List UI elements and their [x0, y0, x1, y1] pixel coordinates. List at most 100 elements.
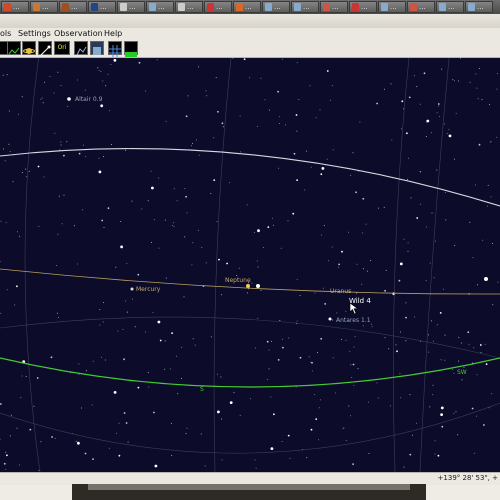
star — [255, 467, 257, 469]
taskbar-item-label: ... — [390, 3, 397, 11]
orion-toolbar-icon[interactable]: Ori — [54, 41, 70, 55]
star — [103, 302, 105, 304]
taskbar-item[interactable]: ... — [378, 1, 406, 13]
star — [25, 168, 27, 170]
altair-star — [67, 97, 71, 101]
star — [16, 427, 18, 429]
star — [281, 58, 283, 60]
wild4-label: Wild 4 — [349, 297, 371, 305]
star — [357, 368, 359, 370]
star — [197, 229, 199, 231]
taskbar-item[interactable]: ... — [30, 1, 58, 13]
star — [260, 290, 262, 291]
star — [282, 346, 284, 349]
taskbar-item[interactable]: ... — [407, 1, 435, 13]
star — [164, 368, 166, 370]
altair-label: Altair 0.9 — [75, 96, 103, 103]
taskbar-item[interactable]: ... — [117, 1, 145, 13]
star — [98, 69, 100, 71]
star — [433, 340, 434, 342]
star — [58, 195, 60, 197]
star — [0, 312, 2, 314]
star — [92, 360, 94, 362]
star — [270, 340, 272, 342]
star — [390, 83, 392, 85]
comet-toolbar-icon[interactable] — [38, 41, 52, 56]
star — [181, 346, 183, 348]
star — [268, 109, 270, 111]
star — [473, 452, 475, 454]
star — [425, 226, 427, 228]
star — [165, 120, 167, 122]
taskbar-item[interactable]: ... — [146, 1, 174, 13]
taskbar-item[interactable]: ... — [262, 1, 290, 13]
star — [38, 469, 40, 471]
star — [434, 240, 436, 242]
star — [198, 66, 200, 68]
star — [314, 394, 316, 395]
taskbar-item[interactable]: ... — [233, 1, 261, 13]
taskbar-item[interactable]: ... — [291, 1, 319, 13]
star — [59, 149, 61, 151]
star — [444, 123, 446, 125]
grid-toolbar-icon[interactable] — [108, 41, 122, 57]
star — [213, 179, 216, 181]
ground-toolbar-icon[interactable] — [124, 41, 138, 57]
star — [352, 463, 354, 465]
star — [416, 422, 417, 424]
menu-tools[interactable]: ols — [0, 29, 11, 38]
star — [254, 459, 256, 461]
star — [0, 438, 1, 440]
star — [210, 193, 212, 194]
star — [217, 410, 220, 414]
star — [246, 204, 248, 206]
taskbar-item[interactable]: ... — [349, 1, 377, 13]
taskbar-item[interactable]: ... — [88, 1, 116, 13]
star — [496, 88, 498, 90]
star — [384, 88, 385, 90]
star — [458, 336, 460, 338]
star — [257, 317, 259, 319]
taskbar-item[interactable]: ... — [436, 1, 464, 13]
star — [147, 200, 149, 202]
star — [232, 58, 234, 59]
taskbar-item[interactable]: ... — [59, 1, 87, 13]
star — [315, 418, 318, 420]
star — [362, 232, 364, 234]
sky-canvas[interactable] — [0, 58, 500, 472]
dss-toolbar-icon[interactable] — [90, 41, 104, 55]
star — [145, 90, 147, 92]
menu-settings[interactable]: Settings — [18, 29, 51, 38]
star — [100, 70, 102, 72]
star — [8, 143, 10, 145]
star — [311, 361, 313, 364]
taskbar-app-icon — [352, 3, 359, 11]
star — [348, 231, 349, 233]
constellation-lines-toolbar-icon[interactable] — [74, 41, 88, 56]
menu-help[interactable]: Help — [104, 29, 122, 38]
taskbar-item[interactable]: ... — [320, 1, 348, 13]
menu-observation[interactable]: Observation — [54, 29, 103, 38]
star — [206, 95, 208, 97]
star — [444, 359, 446, 361]
taskbar-item[interactable]: ... — [465, 1, 493, 13]
taskbar-item-label: ... — [158, 3, 165, 11]
star — [336, 312, 338, 314]
star — [331, 85, 333, 87]
star — [44, 81, 46, 83]
star — [311, 370, 313, 372]
star — [451, 369, 453, 370]
sky-view[interactable]: Altair 0.9 Neptune Mercury Uranus Wild 4… — [0, 58, 500, 472]
star — [138, 61, 141, 64]
star — [419, 103, 421, 105]
star — [405, 302, 407, 304]
star — [454, 245, 456, 247]
planet-toolbar-icon[interactable] — [22, 41, 36, 55]
taskbar-item[interactable]: ... — [1, 1, 29, 13]
star — [9, 435, 11, 437]
sky-toolbar-icon[interactable] — [7, 41, 21, 55]
star — [396, 350, 398, 353]
star — [156, 59, 158, 61]
taskbar-item[interactable]: ... — [175, 1, 203, 13]
taskbar-item[interactable]: ... — [204, 1, 232, 13]
